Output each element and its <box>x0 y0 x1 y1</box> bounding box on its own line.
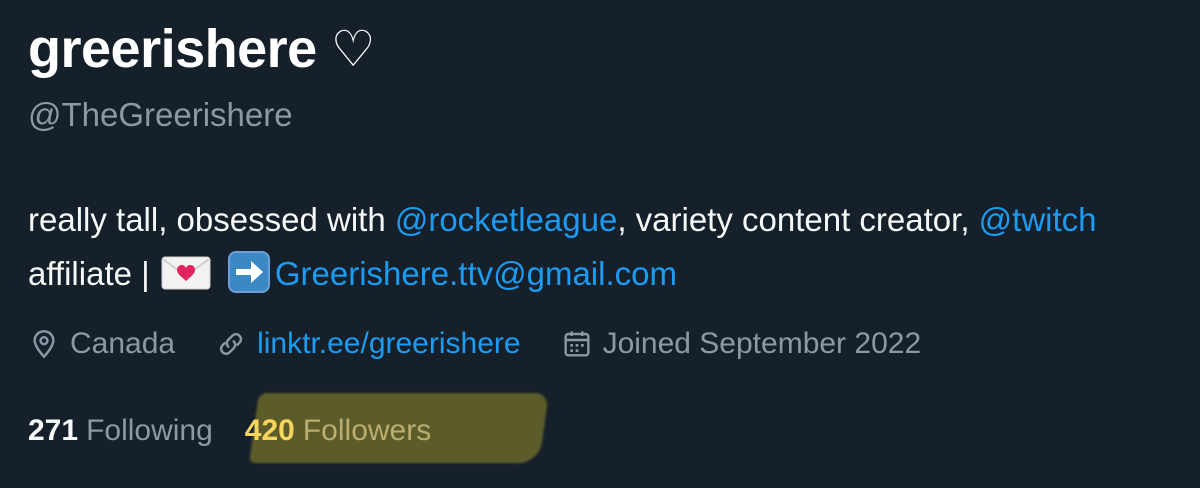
followers-label: Followers <box>302 414 432 447</box>
email-link[interactable]: Greerishere.ttv@gmail.com <box>275 255 677 292</box>
bio: really tall, obsessed with @rocketleague… <box>28 193 1193 301</box>
right-arrow-emoji-icon <box>227 250 271 294</box>
name-row: greerishere ♡ <box>28 14 376 84</box>
following-stat[interactable]: 271 Following <box>28 414 213 448</box>
love-letter-emoji-icon <box>161 252 211 290</box>
bio-text: really tall, obsessed with <box>28 201 395 238</box>
location-item: Canada <box>28 327 175 361</box>
mention-twitch[interactable]: @twitch <box>979 201 1097 238</box>
joined-date: Joined September 2022 <box>602 327 922 360</box>
website-item[interactable]: linktr.ee/greerishere <box>215 327 521 361</box>
followers-count: 420 <box>244 414 295 447</box>
bio-text: , variety content creator, <box>617 201 979 238</box>
followers-stat[interactable]: 420 Followers <box>245 414 431 448</box>
location-pin-icon <box>33 330 55 359</box>
follow-stats: 271 Following 420 Followers <box>28 408 463 454</box>
joined-item: Joined September 2022 <box>561 327 922 361</box>
display-name: greerishere <box>28 19 317 79</box>
following-label: Following <box>86 414 213 447</box>
following-count: 271 <box>28 414 79 447</box>
user-handle: @TheGreerishere <box>28 96 293 133</box>
link-icon <box>219 333 243 355</box>
bio-text: affiliate | <box>28 255 159 292</box>
heart-icon: ♡ <box>330 20 376 78</box>
calendar-icon <box>564 331 590 357</box>
mention-rocketleague[interactable]: @rocketleague <box>395 201 617 238</box>
profile-meta: Canada linktr.ee/greerishere Joined Sept… <box>28 322 961 366</box>
location-text: Canada <box>70 327 176 360</box>
website-link[interactable]: linktr.ee/greerishere <box>257 327 520 361</box>
